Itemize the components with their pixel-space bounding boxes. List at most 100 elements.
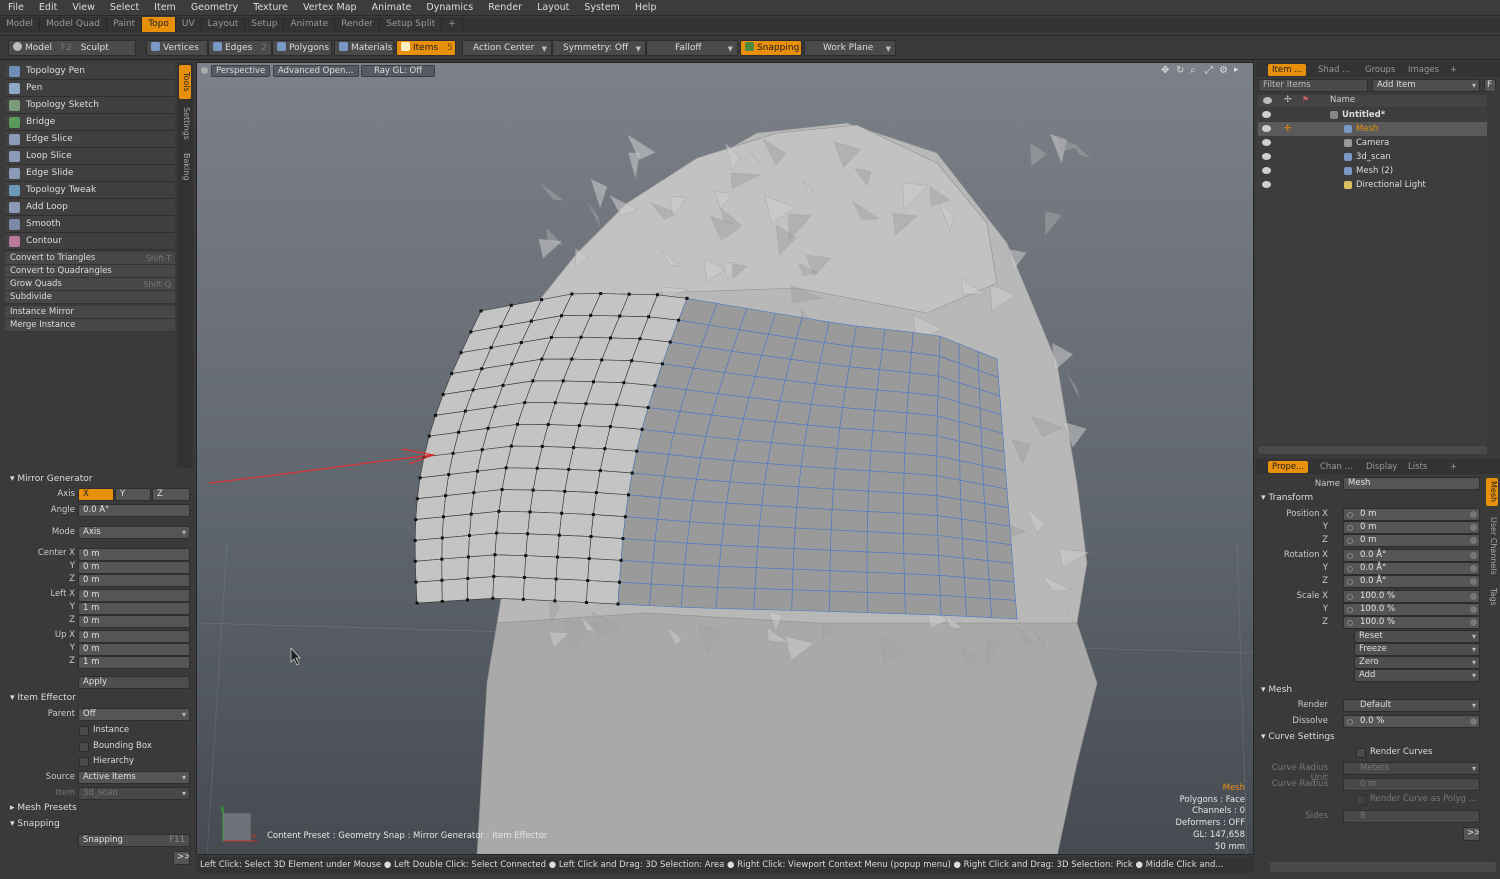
up-z-field[interactable]: 1 m xyxy=(78,656,190,669)
tab-images[interactable]: Images xyxy=(1404,64,1443,76)
menu-item-edit[interactable]: Edit xyxy=(31,0,64,16)
edges-button[interactable]: Edges 2 xyxy=(208,40,272,56)
tab-baking[interactable]: Baking xyxy=(179,149,191,185)
tool-bridge[interactable]: Bridge xyxy=(5,114,175,131)
up-y-field[interactable]: 0 m xyxy=(78,643,190,656)
render-curves-checkbox[interactable] xyxy=(1356,748,1366,758)
tool-topology-tweak[interactable]: Topology Tweak xyxy=(5,182,175,199)
snapping-header[interactable]: ▾ Snapping xyxy=(10,819,60,829)
bounding-box-checkbox[interactable] xyxy=(79,742,89,752)
menu-item-view[interactable]: View xyxy=(64,0,102,16)
tab-tools[interactable]: Tools xyxy=(179,65,191,99)
eye-icon[interactable] xyxy=(1262,167,1271,174)
angle-field[interactable]: 0.0 Å° xyxy=(78,504,190,517)
materials-button[interactable]: Materials xyxy=(334,40,394,56)
eye-icon[interactable] xyxy=(1262,125,1271,132)
menu-item-system[interactable]: System xyxy=(576,0,626,16)
position-y-field[interactable]: 0 m xyxy=(1343,521,1480,534)
command-grow-quads[interactable]: Grow Quads Shift-Q xyxy=(5,278,175,291)
left-x-field[interactable]: 0 m xyxy=(78,589,190,602)
zero-button[interactable]: Zero xyxy=(1354,656,1480,669)
mesh-presets-header[interactable]: ▸ Mesh Presets xyxy=(10,803,77,813)
sculpt-label[interactable]: Sculpt xyxy=(81,43,109,53)
scale-x-field[interactable]: 100.0 % xyxy=(1343,590,1480,603)
axis-z-button[interactable]: Z xyxy=(152,488,190,501)
tool-topology-pen[interactable]: Topology Pen xyxy=(5,63,175,80)
scale-y-field[interactable]: 100.0 % xyxy=(1343,603,1480,616)
filter-toggle-button[interactable]: F xyxy=(1484,79,1496,92)
axis-x-button[interactable]: X xyxy=(78,488,114,501)
apply-button[interactable]: Apply xyxy=(78,676,190,689)
source-select[interactable]: Active Items xyxy=(78,771,190,784)
mode-select[interactable]: Axis xyxy=(78,526,190,539)
tab-mesh[interactable]: Mesh xyxy=(1486,478,1498,506)
properties-more-button[interactable]: >> xyxy=(1463,827,1480,841)
add-prop-tab-button[interactable]: + xyxy=(1446,461,1461,473)
render-select[interactable]: Default xyxy=(1343,699,1480,712)
snapping-toggle-button[interactable]: Snapping F11 xyxy=(78,834,190,847)
left-z-field[interactable]: 0 m xyxy=(78,615,190,628)
tab-user-channels[interactable]: User Channels xyxy=(1486,510,1498,582)
tab-channels[interactable]: Chan ... xyxy=(1316,461,1357,473)
freeze-button[interactable]: Freeze xyxy=(1354,643,1480,656)
menu-item-help[interactable]: Help xyxy=(627,0,664,16)
3d-viewport[interactable]: Perspective Advanced Open... Ray GL: Off… xyxy=(196,62,1254,855)
tab-animate[interactable]: Animate xyxy=(284,17,336,32)
tab-model[interactable]: Model xyxy=(0,17,41,32)
tab-item-list[interactable]: Item ... xyxy=(1268,64,1307,76)
eye-icon[interactable] xyxy=(1262,153,1271,160)
action-center-dropdown[interactable]: Action Center ▼ xyxy=(462,40,552,56)
snapping-button[interactable]: Snapping xyxy=(740,40,802,56)
item-row[interactable]: Directional Light xyxy=(1258,178,1487,192)
model-mode-button[interactable]: Model F2 Sculpt xyxy=(8,40,136,56)
position-x-field[interactable]: 0 m xyxy=(1343,508,1480,521)
add-tab-button[interactable]: + xyxy=(1446,64,1461,76)
position-z-field[interactable]: 0 m xyxy=(1343,534,1480,547)
falloff-dropdown[interactable]: Falloff ▼ xyxy=(646,40,738,56)
tab-render[interactable]: Render xyxy=(335,17,381,32)
symmetry-dropdown[interactable]: Symmetry: Off ▼ xyxy=(552,40,646,56)
reset-button[interactable]: Reset xyxy=(1354,630,1480,643)
command-subdivide[interactable]: Subdivide xyxy=(5,291,175,304)
items-button[interactable]: Items 5 xyxy=(396,40,456,56)
tab-groups[interactable]: Groups xyxy=(1361,64,1399,76)
more-button[interactable]: >> xyxy=(173,851,190,865)
left-y-field[interactable]: 1 m xyxy=(78,602,190,615)
menu-item-layout[interactable]: Layout xyxy=(529,0,576,16)
polygons-button[interactable]: Polygons xyxy=(272,40,332,56)
center-x-field[interactable]: 0 m xyxy=(78,548,190,561)
menu-item-render[interactable]: Render xyxy=(480,0,529,16)
tool-pen[interactable]: Pen xyxy=(5,80,175,97)
tab-setup[interactable]: Setup xyxy=(245,17,285,32)
tab-layout[interactable]: Layout xyxy=(202,17,246,32)
tab-tags[interactable]: Tags xyxy=(1486,584,1498,610)
item-name-field[interactable]: Mesh xyxy=(1343,477,1480,490)
tool-loop-slice[interactable]: Loop Slice xyxy=(5,148,175,165)
mirror-generator-header[interactable]: ▾ Mirror Generator xyxy=(10,474,92,484)
menu-item-select[interactable]: Select xyxy=(102,0,146,16)
menu-item-animate[interactable]: Animate xyxy=(364,0,419,16)
tool-edge-slide[interactable]: Edge Slide xyxy=(5,165,175,182)
center-z-field[interactable]: 0 m xyxy=(78,574,190,587)
item-effector-header[interactable]: ▾ Item Effector xyxy=(10,693,76,703)
rotation-x-field[interactable]: 0.0 Å° xyxy=(1343,549,1480,562)
add-layout-tab-button[interactable]: + xyxy=(442,17,463,32)
eye-icon[interactable] xyxy=(1262,111,1271,118)
item-row[interactable]: Untitled* xyxy=(1258,108,1487,122)
properties-scrollbar[interactable] xyxy=(1270,862,1496,872)
tab-paint[interactable]: Paint xyxy=(107,17,143,32)
item-row[interactable]: ✢ Mesh xyxy=(1258,122,1487,136)
tab-display[interactable]: Display xyxy=(1362,461,1401,473)
add-transform-button[interactable]: Add xyxy=(1354,669,1480,682)
command-instance-mirror[interactable]: Instance Mirror xyxy=(5,306,175,319)
tool-contour[interactable]: Contour xyxy=(5,233,175,250)
item-row[interactable]: 3d_scan xyxy=(1258,150,1487,164)
axis-y-button[interactable]: Y xyxy=(115,488,151,501)
tab-settings[interactable]: Settings xyxy=(179,101,191,145)
tab-setup-split[interactable]: Setup Split xyxy=(380,17,443,32)
command-convert-to-quadrangles[interactable]: Convert to Quadrangles xyxy=(5,265,175,278)
curve-settings-header[interactable]: ▾ Curve Settings xyxy=(1261,732,1335,742)
tool-smooth[interactable]: Smooth xyxy=(5,216,175,233)
menu-item-file[interactable]: File xyxy=(0,0,31,16)
tool-add-loop[interactable]: Add Loop xyxy=(5,199,175,216)
